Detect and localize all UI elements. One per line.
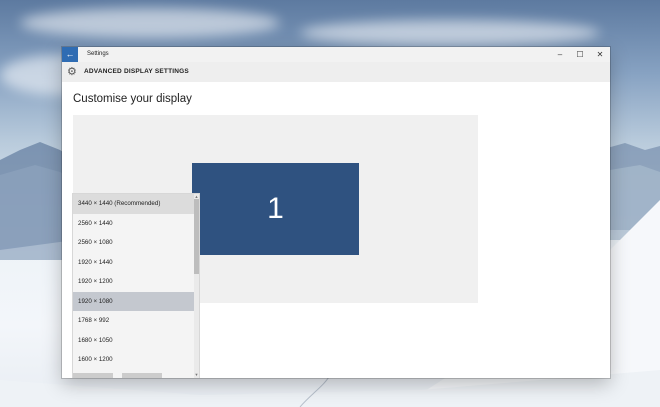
header-title: ADVANCED DISPLAY SETTINGS [84,68,189,75]
minimize-button[interactable]: – [550,47,570,62]
page-title: Customise your display [73,93,192,105]
dropdown-scrollbar-thumb[interactable] [194,199,199,274]
resolution-option[interactable]: 1920 × 1440 [73,253,194,273]
resolution-option[interactable]: 3440 × 1440 (Recommended) [73,194,194,214]
resolution-option[interactable]: 1680 × 1050 [73,331,194,351]
resolution-option-selected[interactable]: 1920 × 1080 [73,291,194,311]
close-button[interactable]: ✕ [590,47,610,62]
monitor-1-tile[interactable]: 1 [192,163,359,255]
resolution-dropdown-list[interactable]: 3440 × 1440 (Recommended) 2560 × 1440 25… [73,194,199,378]
arrow-left-icon[interactable]: ← [62,47,78,62]
scroll-down-icon[interactable]: ▼ [194,372,199,377]
page-header: ⚙ ADVANCED DISPLAY SETTINGS [62,62,610,82]
resolution-option[interactable]: 1768 × 992 [73,311,194,331]
gear-icon: ⚙ [67,66,77,78]
title-bar: ← Settings – ☐ ✕ [62,47,610,62]
cancel-button-partial[interactable] [122,373,162,378]
resolution-option[interactable]: 2560 × 1080 [73,233,194,253]
apply-button-partial[interactable] [73,373,113,378]
resolution-option[interactable]: 1920 × 1200 [73,272,194,292]
settings-window: ← Settings – ☐ ✕ ⚙ ADVANCED DISPLAY SETT… [62,47,610,378]
app-title: Settings [87,51,109,57]
resolution-option[interactable]: 1600 × 1200 [73,350,194,370]
resolution-option[interactable]: 2560 × 1440 [73,214,194,234]
maximize-button[interactable]: ☐ [570,47,590,62]
